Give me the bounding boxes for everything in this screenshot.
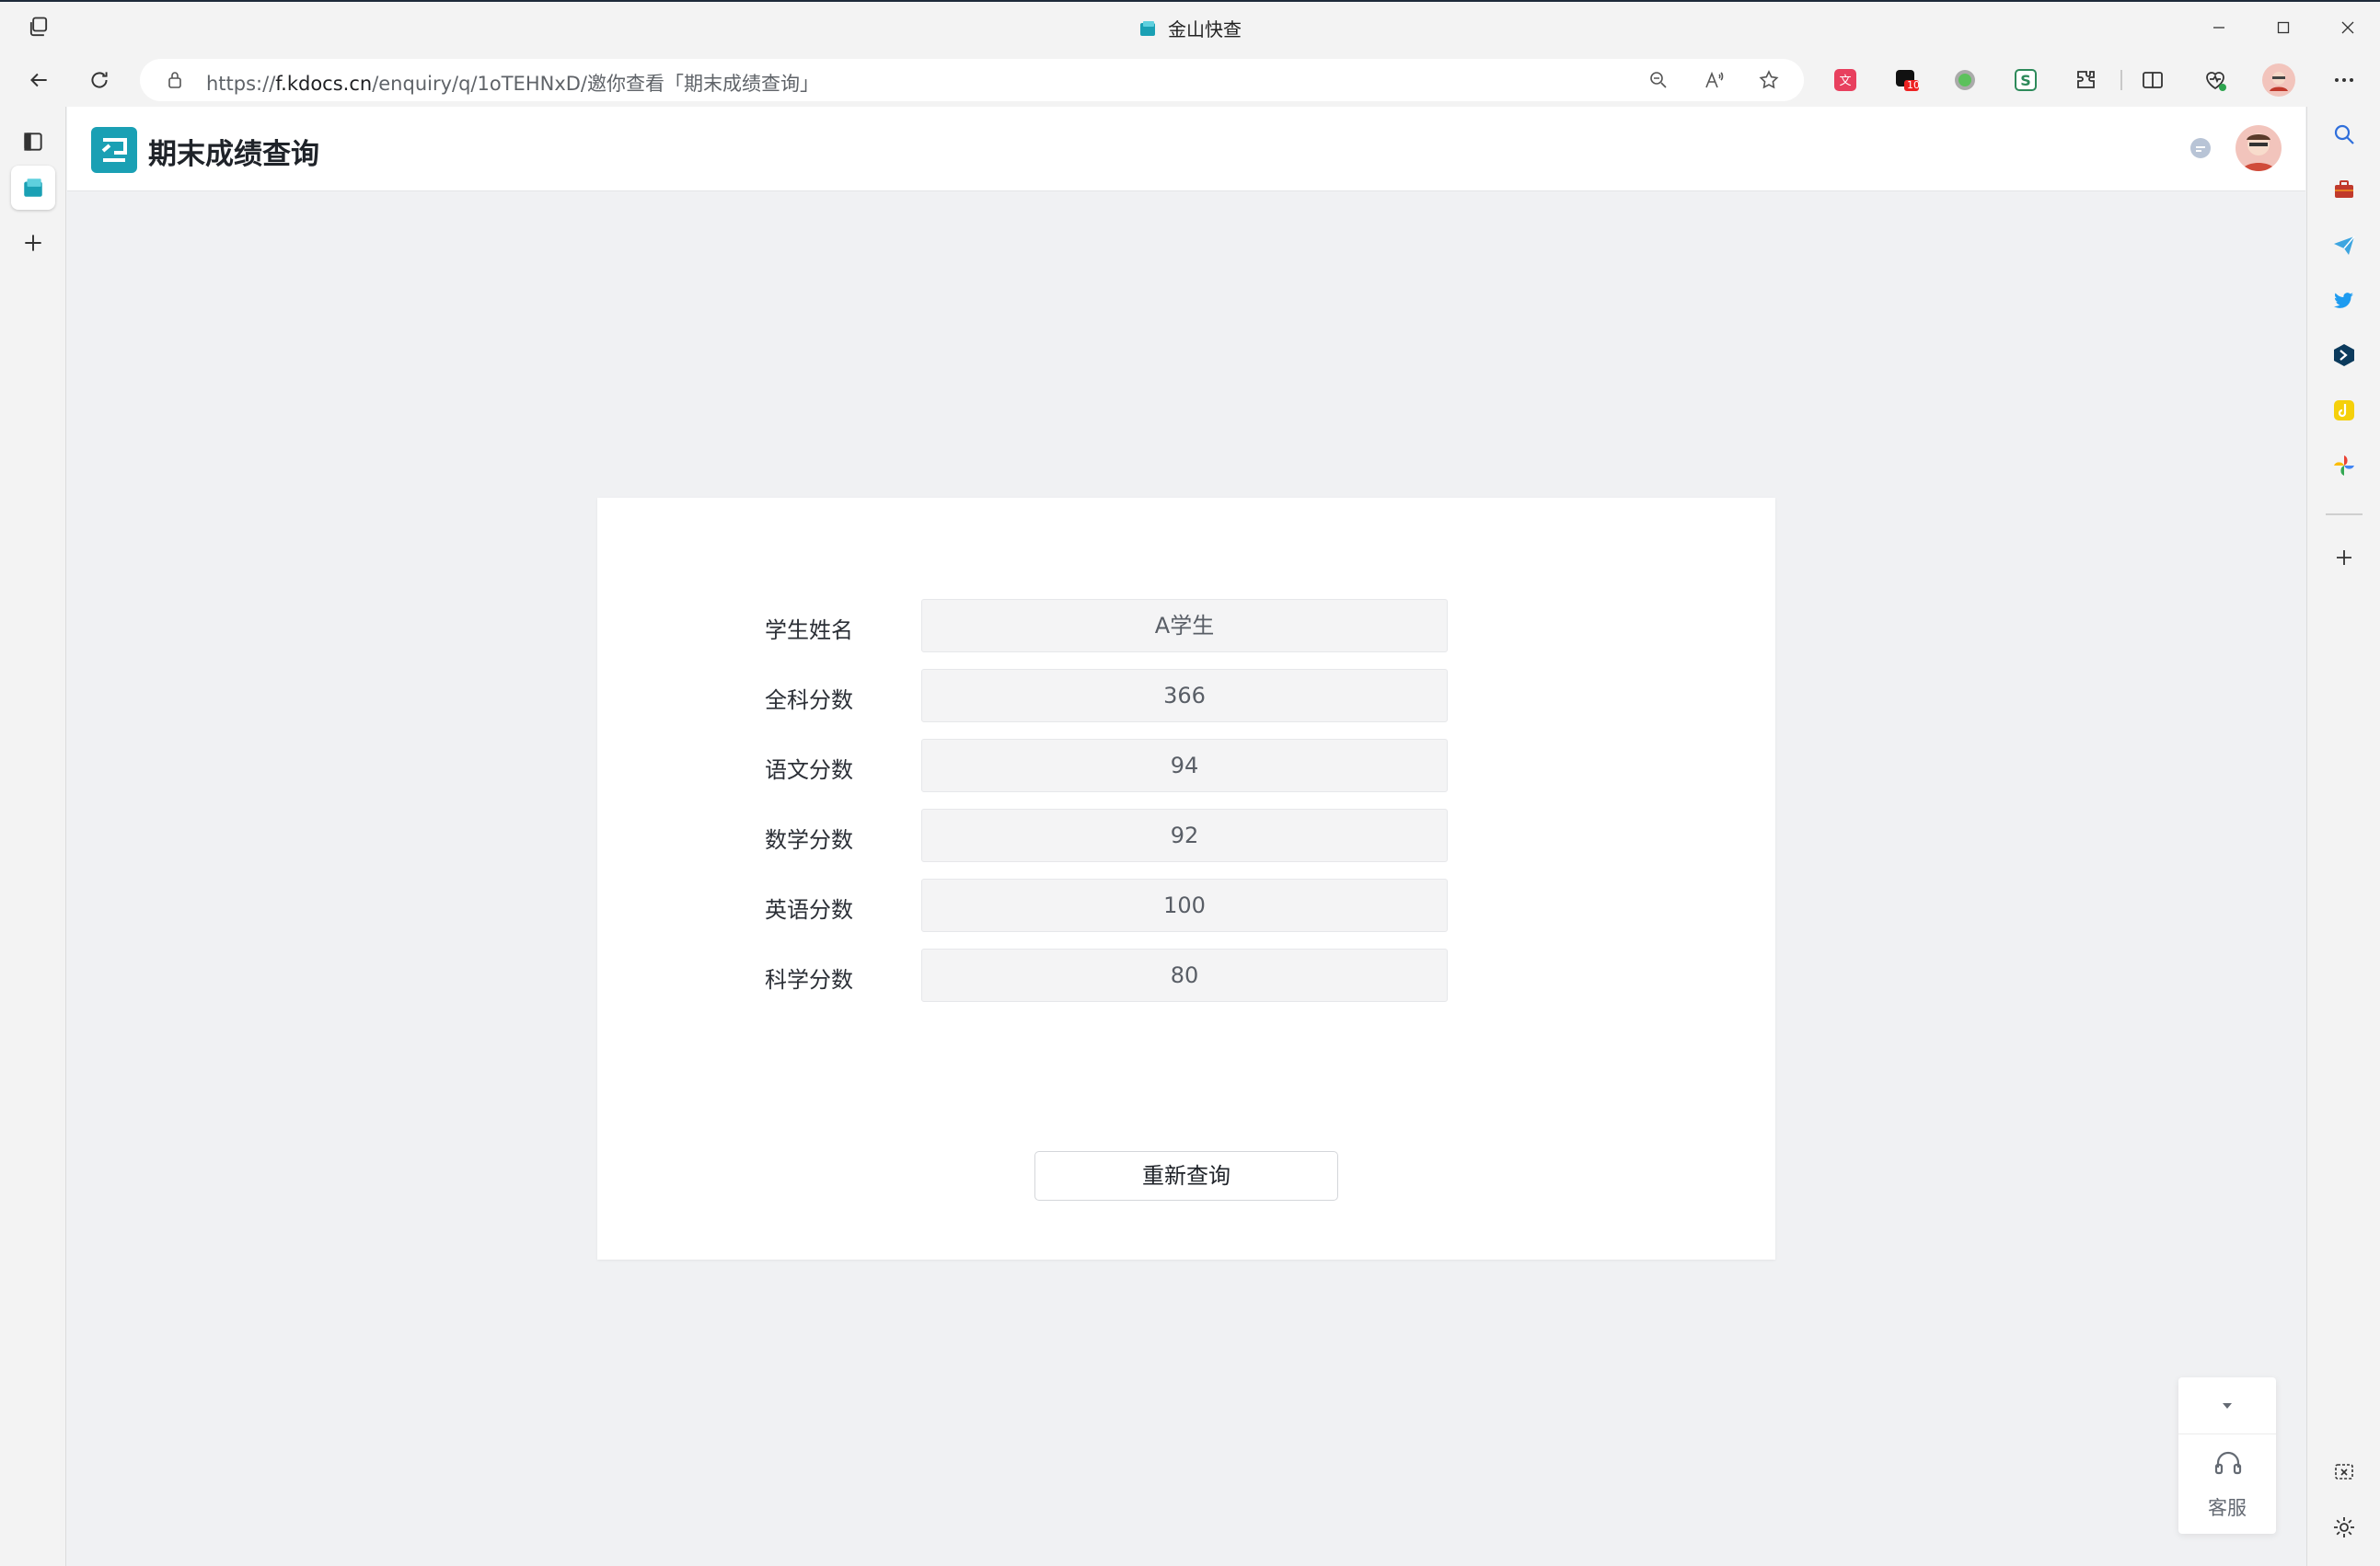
field-row-english: 英语分数 100 [597, 879, 1775, 932]
site-favicon-icon [1138, 19, 1157, 38]
maximize-button[interactable] [2251, 2, 2316, 53]
service-widget: 客服 [2178, 1377, 2276, 1534]
page-header: 期末成绩查询 [67, 107, 2305, 191]
page-title: 期末成绩查询 [148, 138, 319, 171]
lock-icon[interactable] [164, 69, 186, 91]
profile-avatar[interactable] [2262, 63, 2295, 97]
zoom-out-icon[interactable] [1647, 69, 1669, 91]
copilot-hex-icon[interactable] [2329, 340, 2359, 370]
close-window-button[interactable] [2316, 2, 2380, 53]
window-titlebar: 金山快查 [0, 0, 2380, 53]
browser-sidebar [2306, 107, 2380, 1566]
field-label: 学生姓名 [765, 617, 853, 643]
field-row-chinese: 语文分数 94 [597, 739, 1775, 792]
svg-text:S: S [2020, 72, 2031, 89]
field-label: 科学分数 [765, 967, 853, 993]
field-value: 80 [921, 949, 1448, 1002]
field-row-science: 科学分数 80 [597, 949, 1775, 1002]
field-row-name: 学生姓名 A学生 [597, 599, 1775, 652]
extensions-puzzle-icon[interactable] [2073, 66, 2100, 94]
caret-down-icon [2223, 1402, 2232, 1409]
vertical-tab-strip [0, 107, 66, 1566]
customer-service-button[interactable]: 客服 [2178, 1436, 2276, 1534]
tab-kdocs[interactable] [11, 166, 55, 210]
field-value: 94 [921, 739, 1448, 792]
requery-button[interactable]: 重新查询 [1034, 1151, 1338, 1201]
url-text[interactable]: https://f.kdocs.cn/enquiry/q/1oTEHNxD/邀你… [206, 69, 819, 97]
favorite-star-icon[interactable] [1758, 69, 1780, 91]
user-avatar[interactable] [2236, 125, 2282, 171]
tools-briefcase-icon[interactable] [2329, 175, 2359, 204]
pinwheel-icon[interactable] [2329, 451, 2359, 480]
address-bar[interactable]: https://f.kdocs.cn/enquiry/q/1oTEHNxD/邀你… [140, 59, 1804, 101]
app-logo-icon[interactable] [91, 127, 137, 173]
window-title: 金山快查 [1168, 18, 1242, 40]
sidebar-settings-gear-icon[interactable] [2329, 1513, 2359, 1542]
field-row-total: 全科分数 366 [597, 669, 1775, 722]
tab-panel-toggle-icon[interactable] [11, 120, 55, 164]
field-value: A学生 [921, 599, 1448, 652]
back-button[interactable] [24, 65, 53, 95]
add-sidebar-app-icon[interactable] [2329, 543, 2359, 572]
refresh-button[interactable] [85, 65, 114, 95]
notification-extension-icon[interactable]: 10 [1892, 66, 1920, 94]
twitter-bird-icon[interactable] [2329, 285, 2359, 315]
field-value: 92 [921, 809, 1448, 862]
svg-text:文: 文 [1839, 75, 1851, 88]
browser-essentials-icon[interactable] [2201, 66, 2229, 94]
browser-toolbar: https://f.kdocs.cn/enquiry/q/1oTEHNxD/邀你… [0, 53, 2380, 107]
screenshot-capture-icon[interactable] [2329, 1457, 2359, 1487]
result-card: 学生姓名 A学生 全科分数 366 语文分数 94 数学分数 92 英语分数 1… [597, 498, 1775, 1260]
field-label: 数学分数 [765, 827, 853, 853]
chat-bubble-icon[interactable] [2188, 136, 2213, 162]
split-screen-icon[interactable] [2139, 66, 2166, 94]
green-dot-extension-icon[interactable] [1951, 66, 1979, 94]
service-label: 客服 [2208, 1497, 2247, 1519]
read-aloud-icon[interactable] [1703, 69, 1725, 91]
more-menu-icon[interactable] [2330, 66, 2358, 94]
minimize-button[interactable] [2187, 2, 2251, 53]
field-label: 语文分数 [765, 757, 853, 783]
yellow-note-icon[interactable] [2329, 396, 2359, 425]
translate-extension-icon[interactable]: 文 [1831, 66, 1859, 94]
field-value: 366 [921, 669, 1448, 722]
extension-badge: 10 [1907, 79, 1920, 91]
field-label: 英语分数 [765, 897, 853, 923]
headset-icon [2214, 1451, 2242, 1475]
field-label: 全科分数 [765, 687, 853, 713]
search-icon[interactable] [2329, 120, 2359, 149]
send-plane-icon[interactable] [2329, 230, 2359, 259]
field-value: 100 [921, 879, 1448, 932]
field-row-math: 数学分数 92 [597, 809, 1775, 862]
collapse-widget-button[interactable] [2178, 1377, 2276, 1434]
new-tab-button[interactable] [11, 221, 55, 265]
s-extension-icon[interactable]: S [2012, 66, 2039, 94]
